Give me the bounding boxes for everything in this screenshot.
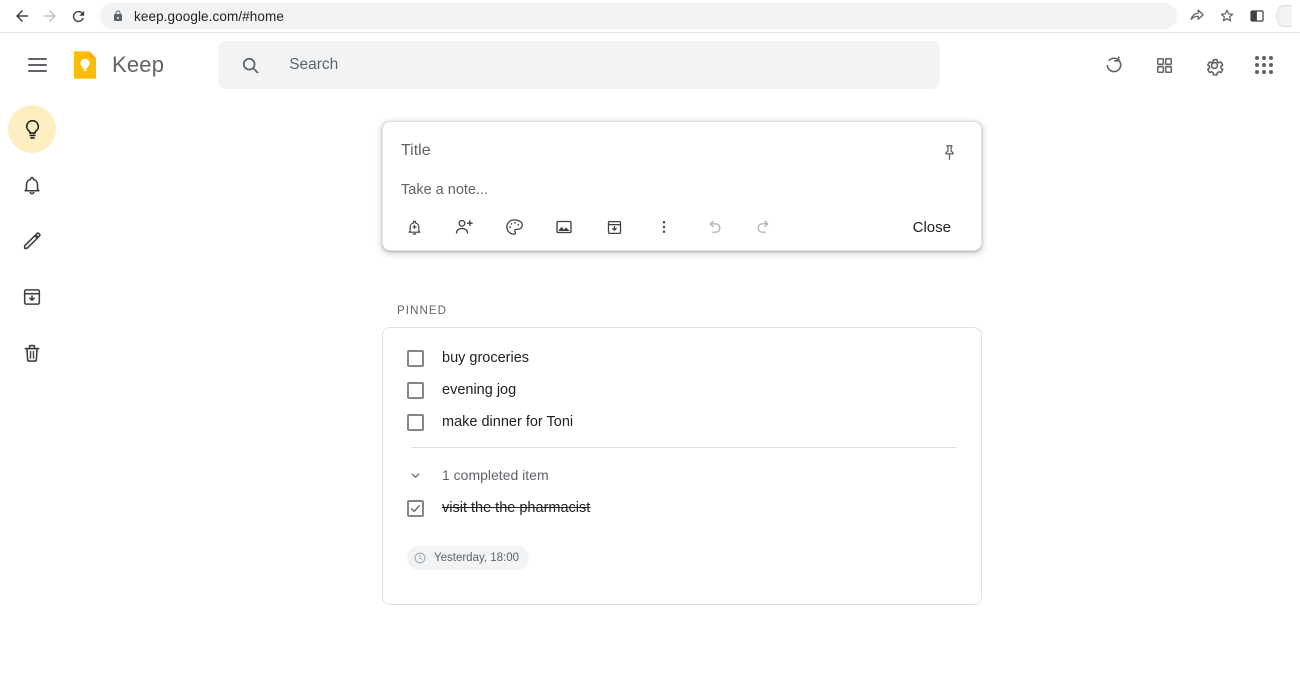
add-image-button[interactable] <box>547 210 581 244</box>
list-item[interactable]: evening jog <box>399 374 965 406</box>
google-apps-button[interactable] <box>1244 45 1284 85</box>
lock-icon <box>112 10 124 22</box>
archive-button[interactable] <box>597 210 631 244</box>
bookmark-button[interactable] <box>1213 2 1241 30</box>
search-icon <box>240 55 261 76</box>
list-divider <box>411 447 957 448</box>
note-composer: Close <box>382 121 982 251</box>
star-icon <box>1218 7 1236 25</box>
sidebar-item-archive[interactable] <box>8 273 56 321</box>
list-item[interactable]: buy groceries <box>399 342 965 374</box>
pin-icon <box>940 143 959 162</box>
collaborator-button[interactable] <box>447 210 481 244</box>
gear-icon <box>1204 55 1225 76</box>
redo-button[interactable] <box>747 210 781 244</box>
back-arrow-icon <box>13 7 31 25</box>
list-item-label: visit the the pharmacist <box>442 500 590 516</box>
pencil-icon <box>21 230 43 252</box>
reload-button[interactable] <box>64 2 92 30</box>
checkbox-unchecked-icon[interactable] <box>407 414 424 431</box>
back-button[interactable] <box>8 2 36 30</box>
sidebar-item-edit-labels[interactable] <box>8 217 56 265</box>
checkbox-unchecked-icon[interactable] <box>407 350 424 367</box>
list-item-label: evening jog <box>442 382 516 398</box>
undo-icon <box>704 217 724 237</box>
three-dots-vertical-icon <box>655 218 673 236</box>
profile-avatar[interactable] <box>1276 5 1292 27</box>
composer-note-input[interactable] <box>383 168 981 206</box>
trash-icon <box>21 342 43 364</box>
bell-plus-icon <box>405 218 424 237</box>
brand-name: Keep <box>112 52 164 78</box>
apps-grid-icon <box>1255 56 1273 74</box>
palette-icon <box>504 217 524 237</box>
completed-items-label: 1 completed item <box>442 467 549 483</box>
share-icon <box>1189 8 1206 25</box>
refresh-button[interactable] <box>1094 45 1134 85</box>
background-options-button[interactable] <box>497 210 531 244</box>
sidebar-item-notes[interactable] <box>8 105 56 153</box>
archive-icon <box>21 286 43 308</box>
list-view-toggle-button[interactable] <box>1144 45 1184 85</box>
redo-icon <box>754 217 774 237</box>
chevron-down-icon <box>407 467 424 484</box>
side-panel-button[interactable] <box>1243 2 1271 30</box>
reminder-chip[interactable]: Yesterday, 18:00 <box>407 546 529 570</box>
browser-toolbar: keep.google.com/#home <box>0 0 1300 33</box>
sidebar <box>0 97 64 683</box>
search-input[interactable] <box>289 41 926 89</box>
pin-note-button[interactable] <box>933 136 965 168</box>
archive-icon <box>605 218 624 237</box>
image-icon <box>554 217 574 237</box>
settings-button[interactable] <box>1194 45 1234 85</box>
main-content: Close PINNED buy groceries evening jog m… <box>64 97 1300 683</box>
checkbox-unchecked-icon[interactable] <box>407 382 424 399</box>
sidebar-item-reminders[interactable] <box>8 161 56 209</box>
composer-title-row <box>383 134 981 168</box>
share-button[interactable] <box>1183 2 1211 30</box>
remind-me-button[interactable] <box>397 210 431 244</box>
bell-icon <box>21 174 43 196</box>
reminder-chip-label: Yesterday, 18:00 <box>434 552 519 564</box>
lightbulb-icon <box>21 118 44 141</box>
checkbox-checked-icon[interactable] <box>407 500 424 517</box>
header-actions <box>1094 45 1284 85</box>
side-panel-icon <box>1249 8 1265 24</box>
composer-toolbar: Close <box>383 206 981 246</box>
keep-logo-icon <box>68 48 102 82</box>
completed-items-toggle[interactable]: 1 completed item <box>399 458 965 492</box>
list-item-label: buy groceries <box>442 350 529 366</box>
composer-title-input[interactable] <box>401 138 933 164</box>
address-bar-url: keep.google.com/#home <box>134 9 284 24</box>
sidebar-item-trash[interactable] <box>8 329 56 377</box>
main-menu-button[interactable] <box>18 46 56 84</box>
search-bar[interactable] <box>218 41 940 89</box>
forward-arrow-icon <box>41 7 59 25</box>
pinned-note-card[interactable]: buy groceries evening jog make dinner fo… <box>382 327 982 605</box>
list-item[interactable]: make dinner for Toni <box>399 406 965 438</box>
reload-icon <box>70 8 87 25</box>
grid-view-icon <box>1155 56 1174 75</box>
brand[interactable]: Keep <box>68 48 164 82</box>
app-header: Keep <box>0 33 1300 97</box>
forward-button[interactable] <box>36 2 64 30</box>
more-options-button[interactable] <box>647 210 681 244</box>
list-item-completed[interactable]: visit the the pharmacist <box>399 492 965 524</box>
pinned-section-label: PINNED <box>382 305 982 317</box>
clock-icon <box>413 551 427 565</box>
composer-close-button[interactable]: Close <box>897 211 967 244</box>
browser-actions <box>1183 2 1292 30</box>
refresh-icon <box>1104 55 1124 75</box>
app-body: Close PINNED buy groceries evening jog m… <box>0 97 1300 683</box>
hamburger-menu-icon <box>28 58 47 60</box>
address-bar[interactable]: keep.google.com/#home <box>100 3 1177 29</box>
undo-button[interactable] <box>697 210 731 244</box>
person-add-icon <box>454 217 474 237</box>
list-item-label: make dinner for Toni <box>442 414 573 430</box>
